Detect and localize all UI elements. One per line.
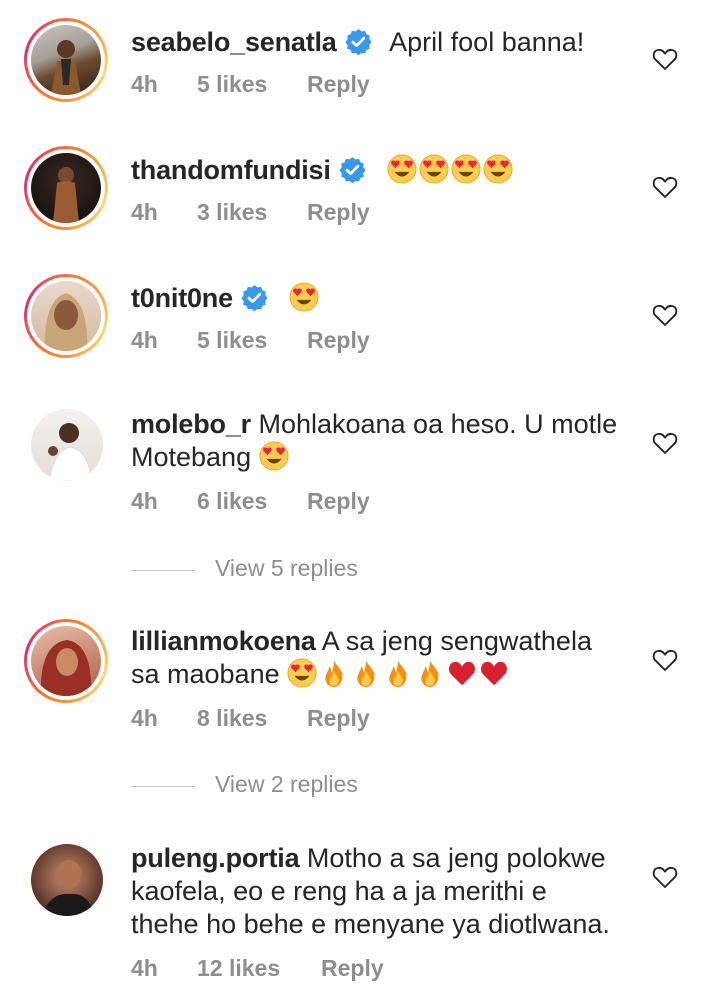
reply-button[interactable]: Reply <box>307 199 370 226</box>
comment-text: sa maobane <box>131 659 280 689</box>
reply-button[interactable]: Reply <box>307 705 370 732</box>
comment-text: Motho a sa jeng polokwe <box>306 843 606 873</box>
timestamp: 4h <box>131 71 158 97</box>
fire-emoji-icon <box>383 658 413 688</box>
red-heart-emoji-icon <box>479 658 509 688</box>
likes-count[interactable]: 6 likes <box>197 488 267 515</box>
likes-count[interactable]: 5 likes <box>197 327 267 354</box>
avatar[interactable] <box>31 844 103 916</box>
timestamp: 4h <box>131 705 158 731</box>
timestamp: 4h <box>131 199 158 225</box>
reply-button[interactable]: Reply <box>307 488 370 515</box>
divider <box>131 570 195 571</box>
comment-text: thehe ho behe e menyane ya diotlwana. <box>131 909 610 939</box>
verified-badge-icon <box>241 284 268 311</box>
heart-eyes-emoji-icon <box>289 282 319 312</box>
fire-emoji-icon <box>351 658 381 688</box>
likes-count[interactable]: 8 likes <box>197 705 267 732</box>
timestamp: 4h <box>131 327 158 353</box>
avatar[interactable] <box>24 18 108 102</box>
reply-button[interactable]: Reply <box>321 955 384 982</box>
view-replies-button[interactable]: View 2 replies <box>131 771 531 801</box>
timestamp: 4h <box>131 488 158 514</box>
avatar[interactable] <box>24 274 108 358</box>
verified-badge-icon <box>339 156 366 183</box>
like-heart-icon[interactable] <box>652 648 678 672</box>
username[interactable]: seabelo_senatla <box>131 27 337 57</box>
comment-text: A sa jeng sengwathela <box>321 626 592 656</box>
likes-count[interactable]: 5 likes <box>197 71 267 98</box>
username[interactable]: puleng.portia <box>131 843 300 873</box>
avatar[interactable] <box>31 409 103 481</box>
timestamp: 4h <box>131 955 158 981</box>
comment-text: kaofela, eo e reng ha a ja merithi e <box>131 876 547 906</box>
comment-text: Motebang <box>131 442 252 472</box>
username[interactable]: molebo_r <box>131 409 251 439</box>
like-heart-icon[interactable] <box>652 303 678 327</box>
fire-emoji-icon <box>415 658 445 688</box>
comment-emojis <box>387 155 515 185</box>
like-heart-icon[interactable] <box>652 431 678 455</box>
view-replies-label[interactable]: View 2 replies <box>215 771 358 798</box>
red-heart-emoji-icon <box>447 658 477 688</box>
like-heart-icon[interactable] <box>652 47 678 71</box>
likes-count[interactable]: 3 likes <box>197 199 267 226</box>
fire-emoji-icon <box>319 658 349 688</box>
heart-eyes-emoji-icon <box>483 154 513 184</box>
like-heart-icon[interactable] <box>652 175 678 199</box>
comment-emojis <box>289 283 321 313</box>
heart-eyes-emoji-icon <box>259 441 289 471</box>
heart-eyes-emoji-icon <box>287 658 317 688</box>
heart-eyes-emoji-icon <box>419 154 449 184</box>
username[interactable]: t0nit0ne <box>131 283 233 313</box>
divider <box>131 786 195 787</box>
username[interactable]: thandomfundisi <box>131 155 331 185</box>
reply-button[interactable]: Reply <box>307 71 370 98</box>
like-heart-icon[interactable] <box>652 865 678 889</box>
verified-badge-icon <box>345 28 372 55</box>
comment-text: Mohlakoana oa heso. U motle <box>258 409 618 439</box>
avatar[interactable] <box>24 146 108 230</box>
view-replies-button[interactable]: View 5 replies <box>131 555 531 585</box>
username[interactable]: lillianmokoena <box>131 626 316 656</box>
comment-text: April fool banna! <box>389 27 585 57</box>
likes-count[interactable]: 12 likes <box>197 955 280 982</box>
heart-eyes-emoji-icon <box>451 154 481 184</box>
heart-eyes-emoji-icon <box>387 154 417 184</box>
view-replies-label[interactable]: View 5 replies <box>215 555 358 582</box>
reply-button[interactable]: Reply <box>307 327 370 354</box>
avatar[interactable] <box>24 619 108 703</box>
